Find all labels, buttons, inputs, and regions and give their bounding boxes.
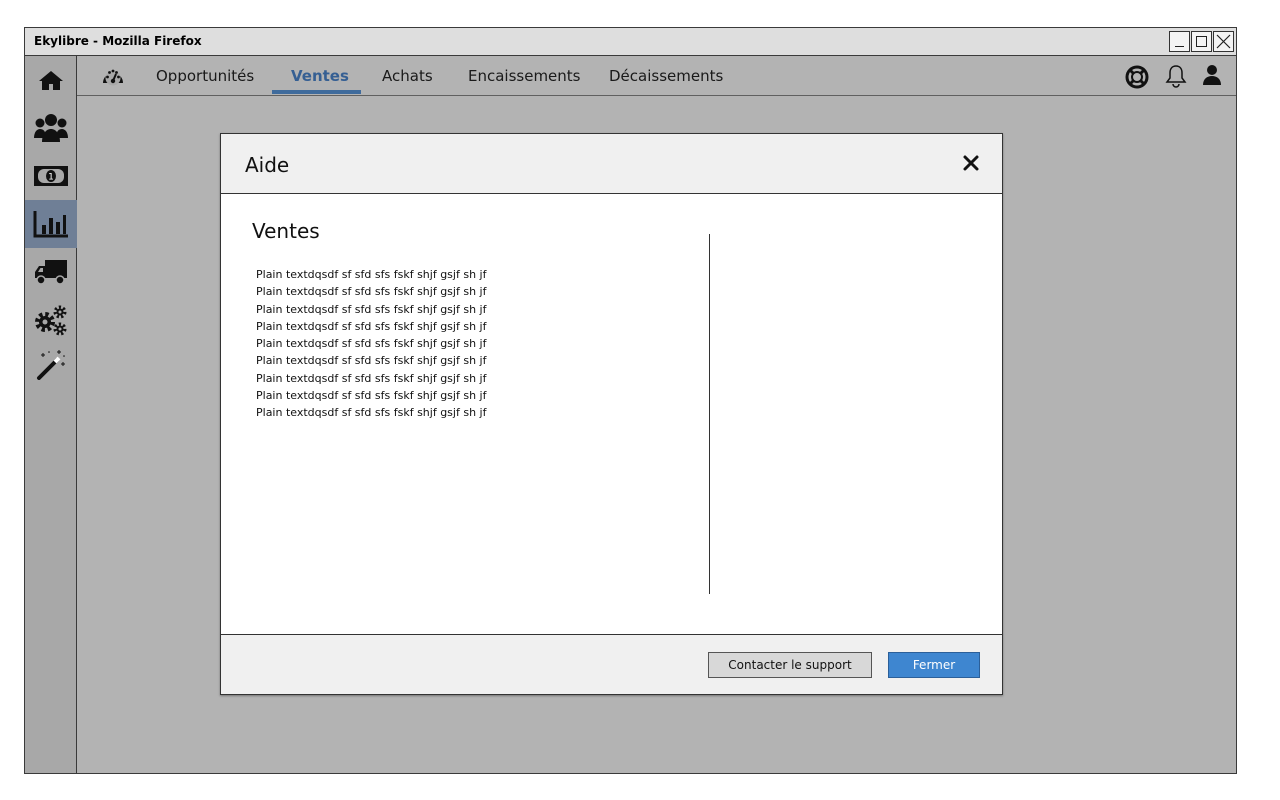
notifications-button[interactable]: [1165, 64, 1187, 93]
users-icon: [34, 114, 68, 142]
window-title: Ekylibre - Mozilla Firefox: [34, 34, 202, 48]
user-icon: [1203, 65, 1221, 85]
sidebar: 1: [25, 56, 77, 773]
lifebuoy-icon: [1125, 65, 1149, 89]
minimize-button[interactable]: [1169, 31, 1190, 52]
contact-support-button[interactable]: Contacter le support: [708, 652, 872, 678]
money-icon: 1: [34, 166, 68, 186]
bell-icon: [1165, 65, 1187, 88]
sidebar-item-settings[interactable]: [25, 296, 77, 344]
tab-sales[interactable]: Ventes: [291, 67, 349, 85]
title-bar: Ekylibre - Mozilla Firefox: [25, 28, 1236, 56]
dashboard-icon: [103, 69, 123, 86]
help-text-line: Plain textdqsdf sf sfd sfs fskf shjf gsj…: [256, 302, 487, 316]
cogs-icon: [35, 305, 67, 336]
dialog-close-button[interactable]: [962, 154, 980, 172]
vertical-divider: [709, 234, 710, 594]
maximize-button[interactable]: [1191, 31, 1212, 52]
dialog-header: Aide: [221, 134, 1002, 194]
truck-icon: [35, 260, 67, 285]
dialog-body: Ventes Plain textdqsdf sf sfd sfs fskf s…: [221, 194, 1002, 634]
help-text-line: Plain textdqsdf sf sfd sfs fskf shjf gsj…: [256, 371, 487, 385]
user-menu-button[interactable]: [1202, 64, 1222, 91]
magic-wand-icon: [37, 350, 65, 380]
help-text-line: Plain textdqsdf sf sfd sfs fskf shjf gsj…: [256, 337, 487, 351]
close-icon: [1216, 34, 1231, 49]
help-text-line: Plain textdqsdf sf sfd sfs fskf shjf gsj…: [256, 285, 487, 299]
dialog-footer: Contacter le support Fermer: [221, 634, 1002, 694]
help-text-line: Plain textdqsdf sf sfd sfs fskf shjf gsj…: [256, 389, 487, 403]
sidebar-item-users[interactable]: [25, 104, 77, 152]
help-text-line: Plain textdqsdf sf sfd sfs fskf shjf gsj…: [256, 268, 487, 281]
home-icon: [39, 71, 63, 90]
close-dialog-button[interactable]: Fermer: [888, 652, 980, 678]
tab-purchases[interactable]: Achats: [382, 67, 433, 85]
help-text-line: Plain textdqsdf sf sfd sfs fskf shjf gsj…: [256, 354, 487, 368]
bar-chart-icon: [33, 211, 68, 238]
browser-window: Ekylibre - Mozilla Firefox 1 Opportunité…: [24, 27, 1237, 774]
help-dialog: Aide Ventes Plain textdqsdf sf sfd sfs f…: [220, 133, 1003, 695]
close-window-button[interactable]: [1213, 31, 1234, 52]
sidebar-item-purchases[interactable]: [25, 248, 77, 296]
help-text-block: Plain textdqsdf sf sfd sfs fskf shjf gsj…: [256, 266, 486, 422]
tab-opportunities[interactable]: Opportunités: [156, 67, 254, 85]
help-section-title: Ventes: [252, 219, 320, 243]
sidebar-item-home[interactable]: [25, 56, 77, 104]
sidebar-item-tools[interactable]: [25, 340, 77, 388]
sidebar-item-finance[interactable]: 1: [25, 152, 77, 200]
dialog-title: Aide: [245, 153, 290, 177]
tab-disbursements[interactable]: Décaissements: [609, 67, 723, 85]
help-button[interactable]: [1125, 65, 1149, 94]
tab-receipts[interactable]: Encaissements: [468, 67, 581, 85]
help-text-line: Plain textdqsdf sf sfd sfs fskf shjf gsj…: [256, 406, 487, 420]
svg-text:1: 1: [48, 173, 54, 183]
dashboard-button[interactable]: [101, 65, 125, 92]
active-tab-indicator: [272, 90, 361, 94]
top-navigation: Opportunités Ventes Achats Encaissements…: [77, 56, 1236, 96]
help-text-line: Plain textdqsdf sf sfd sfs fskf shjf gsj…: [256, 319, 487, 333]
window-controls: [1169, 31, 1234, 52]
close-icon: [963, 155, 979, 171]
sidebar-item-sales[interactable]: [25, 200, 77, 248]
